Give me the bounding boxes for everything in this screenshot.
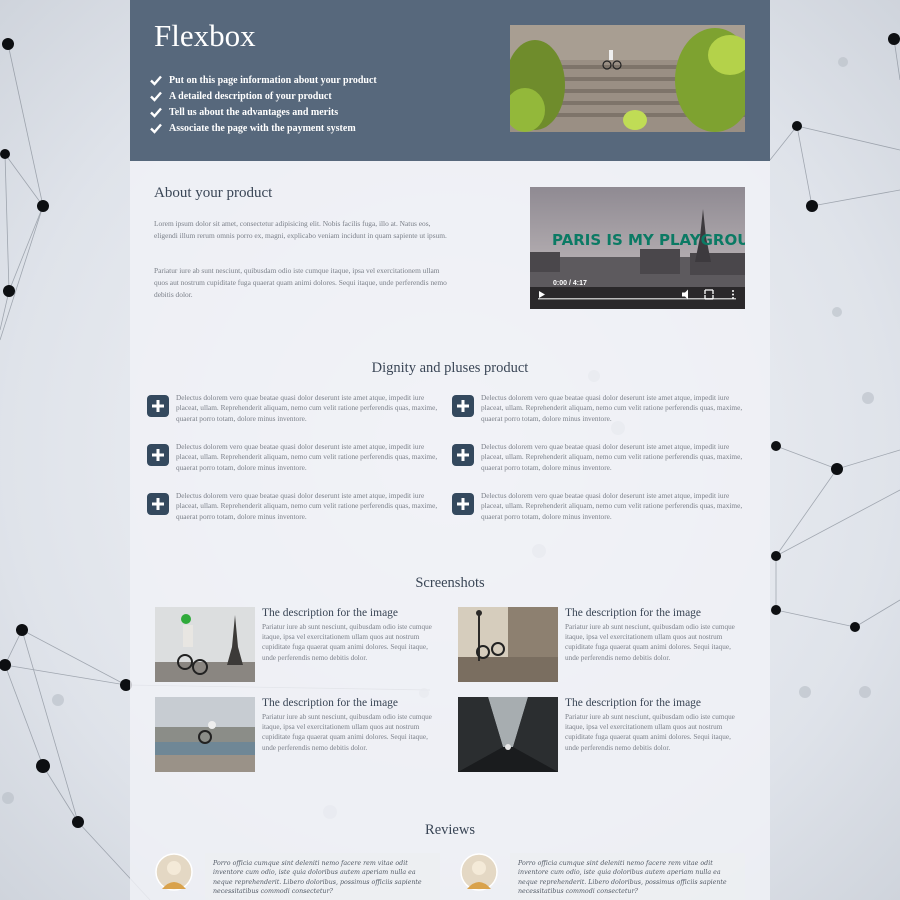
screenshot-title: The description for the image [565, 607, 702, 619]
screenshot-text: Pariatur iure ab sunt nesciunt, quibusda… [262, 623, 432, 662]
reviewer-avatar [460, 853, 498, 891]
volume-icon[interactable] [682, 289, 688, 300]
plus-icon [147, 444, 169, 466]
screenshot-text: Pariatur iure ab sunt nesciunt, quibusda… [565, 713, 735, 752]
dignity-item-text: Delectus dolorem vero quae beatae quasi … [176, 491, 438, 521]
plus-icon [452, 395, 474, 417]
video-poster-title: PARIS IS MY PLAYGROUND [552, 231, 745, 249]
hero-image-bmx-stairs [510, 25, 745, 132]
dignity-item: Delectus dolorem vero quae beatae quasi … [452, 393, 742, 433]
plus-icon [452, 493, 474, 515]
dignity-item: Delectus dolorem vero quae beatae quasi … [147, 393, 437, 433]
plus-icon [452, 444, 474, 466]
screenshot-text: Pariatur iure ab sunt nesciunt, quibusda… [262, 713, 432, 752]
screenshot-card: The description for the image Pariatur i… [155, 607, 445, 683]
dignity-section-title: Dignity and pluses product [371, 360, 529, 376]
checkmark-icon [150, 123, 162, 134]
about-paragraph: Pariatur iure ab sunt nesciunt, quibusda… [154, 266, 447, 299]
about-paragraph: Lorem ipsum dolor sit amet, consectetur … [154, 219, 447, 240]
review-card: Porro officia cumque sint deleniti nemo … [460, 853, 745, 900]
hero-header: Flexbox Put on this page information abo… [130, 0, 770, 161]
hero-feature-label: Put on this page information about your … [169, 74, 377, 86]
dignity-item-text: Delectus dolorem vero quae beatae quasi … [176, 393, 438, 423]
screenshot-image-river-bmx[interactable] [155, 697, 255, 772]
hero-feature-item: A detailed description of your product [150, 88, 377, 104]
dignity-item: Delectus dolorem vero quae beatae quasi … [147, 491, 437, 531]
screenshots-section-title: Screenshots [415, 575, 485, 591]
landing-page: Flexbox Put on this page information abo… [130, 0, 770, 900]
fullscreen-icon[interactable] [704, 289, 714, 300]
product-video-player[interactable]: PARIS IS MY PLAYGROUND 0:00 / 4:17 [530, 187, 745, 309]
screenshot-card: The description for the image Pariatur i… [458, 697, 748, 773]
page-background: Flexbox Put on this page information abo… [0, 0, 900, 900]
dignity-item-text: Delectus dolorem vero quae beatae quasi … [481, 393, 743, 423]
review-card: Porro officia cumque sint deleniti nemo … [155, 853, 440, 900]
review-text: Porro officia cumque sint deleniti nemo … [518, 860, 727, 896]
screenshot-image-tunnel-bmx[interactable] [458, 697, 558, 772]
plus-icon [147, 395, 169, 417]
more-options-icon[interactable] [732, 290, 734, 299]
video-time-display: 0:00 / 4:17 [553, 280, 587, 287]
hero-feature-item: Tell us about the advantages and merits [150, 104, 377, 120]
screenshot-title: The description for the image [262, 697, 399, 709]
hero-feature-item: Associate the page with the payment syst… [150, 120, 377, 136]
screenshot-text: Pariatur iure ab sunt nesciunt, quibusda… [565, 623, 735, 662]
dignity-item: Delectus dolorem vero quae beatae quasi … [452, 491, 742, 531]
dignity-item-text: Delectus dolorem vero quae beatae quasi … [481, 442, 743, 472]
dignity-item-text: Delectus dolorem vero quae beatae quasi … [176, 442, 438, 472]
about-section-title: About your product [154, 185, 273, 201]
review-bubble: Porro officia cumque sint deleniti nemo … [205, 853, 440, 900]
review-bubble: Porro officia cumque sint deleniti nemo … [510, 853, 745, 900]
checkmark-icon [150, 107, 162, 118]
screenshot-card: The description for the image Pariatur i… [155, 697, 445, 773]
hero-feature-label: Associate the page with the payment syst… [169, 122, 356, 134]
hero-feature-label: A detailed description of your product [169, 90, 332, 102]
checkmark-icon [150, 91, 162, 102]
hero-feature-item: Put on this page information about your … [150, 72, 377, 88]
screenshot-card: The description for the image Pariatur i… [458, 607, 748, 683]
screenshot-title: The description for the image [565, 697, 702, 709]
hero-feature-label: Tell us about the advantages and merits [169, 106, 339, 118]
plus-icon [147, 493, 169, 515]
screenshot-title: The description for the image [262, 607, 399, 619]
hero-feature-list: Put on this page information about your … [150, 72, 377, 136]
screenshot-image-lamppost-bmx[interactable] [458, 607, 558, 682]
play-icon[interactable] [539, 291, 545, 298]
screenshot-image-eiffel-bmx[interactable] [155, 607, 255, 682]
reviews-section-title: Reviews [425, 822, 475, 838]
review-text: Porro officia cumque sint deleniti nemo … [213, 860, 422, 896]
checkmark-icon [150, 75, 162, 86]
dignity-item: Delectus dolorem vero quae beatae quasi … [452, 442, 742, 482]
dignity-item-text: Delectus dolorem vero quae beatae quasi … [481, 491, 743, 521]
dignity-item: Delectus dolorem vero quae beatae quasi … [147, 442, 437, 482]
video-controls [539, 289, 734, 300]
reviewer-avatar [155, 853, 193, 891]
hero-title: Flexbox [154, 18, 256, 53]
